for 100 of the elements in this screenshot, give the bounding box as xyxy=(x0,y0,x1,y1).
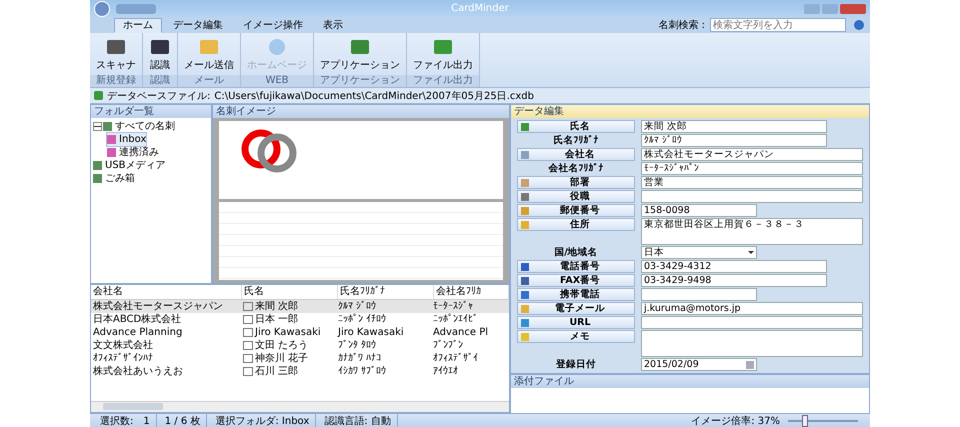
folder-item[interactable]: USBメディア xyxy=(93,159,166,172)
ribbon-button[interactable]: スキャナ xyxy=(90,33,142,75)
quick-access-toolbar[interactable] xyxy=(116,4,156,14)
search-field[interactable]: 検索文字列を入力 xyxy=(710,18,846,32)
field-button[interactable]: FAX番号 xyxy=(517,274,635,287)
table-cell: 石川 三郎 xyxy=(241,365,336,378)
text-area[interactable]: 東京都世田谷区上用賀６－３８－３ xyxy=(641,218,863,245)
window-title: CardMinder xyxy=(450,3,510,14)
date-picker[interactable]: 2015/02/09 xyxy=(641,358,757,371)
table-cell: 神奈川 花子 xyxy=(241,352,336,365)
folder-item[interactable]: すべての名刺 xyxy=(103,120,175,133)
table-cell-text: ｲｼｶﾜ ｻﾌﾞﾛｳ xyxy=(337,365,388,378)
expander-icon[interactable] xyxy=(93,122,102,131)
table-cell-text: ｵﾌｨｽﾃﾞｻﾞｲ xyxy=(432,352,479,365)
ribbon-group-label: 認識 xyxy=(143,75,177,87)
table-cell-text: ﾆｯﾎﾟﾝｴｲﾋﾞ xyxy=(432,313,479,326)
status-text: 認識言語: 自動 xyxy=(318,414,398,427)
ribbon-button[interactable]: ファイル出力 xyxy=(407,33,479,75)
panel-header: 添付ファイル xyxy=(511,375,869,388)
horizontal-scrollbar[interactable] xyxy=(91,401,509,412)
ribbon-group-label: メール xyxy=(178,75,240,87)
panel-header: データ編集 xyxy=(511,105,869,118)
input-field[interactable]: 03-3429-9498 xyxy=(641,274,827,287)
input-field[interactable] xyxy=(641,288,757,301)
field-button[interactable]: 住所 xyxy=(517,218,635,231)
folder-item[interactable]: 連携済み xyxy=(107,146,159,159)
ribbon-tab[interactable]: ホーム xyxy=(114,18,162,33)
zoom-label: イメージ倍率: 37% xyxy=(691,414,780,427)
field-button[interactable]: 電子メール xyxy=(517,302,635,315)
input-field[interactable]: ﾓｰﾀｰｽｼﾞｬﾊﾟﾝ xyxy=(641,162,863,175)
input-field[interactable]: 来間 次郎 xyxy=(641,120,827,133)
card-row[interactable]: 株式会社モータースジャパン 来間 次郎 ｸﾙﾏ ｼﾞﾛｳ ﾓｰﾀｰｽｼﾞｬ xyxy=(91,300,509,313)
window-controls[interactable] xyxy=(804,4,866,14)
card-row[interactable]: 日本ABCD株式会社 日本 一郎 ﾆｯﾎﾟﾝ ｲﾁﾛｳ ﾆｯﾎﾟﾝｴｲﾋﾞ xyxy=(91,313,509,326)
table-cell-text: ｱｲｳｴｵ xyxy=(432,365,459,378)
input-field[interactable]: 158-0098 xyxy=(641,204,757,217)
field-button[interactable]: メモ xyxy=(517,330,635,343)
input-field[interactable]: 03-3429-4312 xyxy=(641,260,827,273)
table-cell: 日本 一郎 xyxy=(241,313,336,326)
field-button[interactable]: 役職 xyxy=(517,190,635,203)
field-button[interactable]: 部署 xyxy=(517,176,635,189)
input-field[interactable]: j.kuruma@motors.jp xyxy=(641,302,863,315)
field-label: 登録日付 xyxy=(554,358,597,371)
folder-item[interactable]: Inbox xyxy=(107,133,146,146)
zoom-slider-thumb[interactable] xyxy=(802,414,808,426)
ribbon-button[interactable]: メール送信 xyxy=(178,33,240,75)
table-cell-text: ﾌﾞﾝﾀ ﾀﾛｳ xyxy=(337,339,378,352)
column-header[interactable]: 氏名ﾌﾘｶﾞﾅ xyxy=(338,285,434,299)
table-cell-text: ﾓｰﾀｰｽｼﾞｬ xyxy=(432,300,474,313)
input-field[interactable] xyxy=(641,316,863,329)
input-field[interactable] xyxy=(641,190,863,203)
field-button[interactable]: 電話番号 xyxy=(517,260,635,273)
table-cell-text: ﾆｯﾎﾟﾝ ｲﾁﾛｳ xyxy=(337,313,388,326)
card-row[interactable]: Advance Planning Jiro Kawasaki Jiro Kawasaki Advance Pl xyxy=(91,326,509,339)
country-dropdown[interactable]: 日本 xyxy=(641,246,757,259)
card-row[interactable]: 文文株式会社 文田 たろう ﾌﾞﾝﾀ ﾀﾛｳ ﾌﾞﾝﾌﾞﾝ xyxy=(91,339,509,352)
ribbon-group-label: ファイル出力 xyxy=(407,75,479,87)
table-cell-text: 文文株式会社 xyxy=(92,339,154,352)
search-label: 名刺検索 : xyxy=(658,18,705,32)
field-button[interactable]: 携帯電話 xyxy=(517,288,635,301)
status-text: 1 / 6 枚 xyxy=(158,414,208,427)
table-cell-text: Jiro Kawasaki xyxy=(336,326,405,339)
table-cell-text: ｸﾙﾏ ｼﾞﾛｳ xyxy=(337,300,378,313)
ribbon-tab[interactable]: データ編集 xyxy=(164,18,232,33)
table-cell-text: ｵﾌｨｽﾃﾞｻﾞｲﾝﾊﾅ xyxy=(92,352,154,365)
table-cell-text: 株式会社モータースジャパン xyxy=(92,300,224,313)
panel-header: 名刺イメージ xyxy=(213,105,509,118)
table-cell-text: 株式会社あいうえお xyxy=(92,365,184,378)
status-text: 選択数: 1 xyxy=(94,414,157,427)
card-row[interactable]: 株式会社あいうえお 石川 三郎 ｲｼｶﾜ ｻﾌﾞﾛｳ ｱｲｳｴｵ xyxy=(91,365,509,378)
input-field[interactable]: 株式会社モータースジャパン xyxy=(641,148,863,161)
table-cell-text: ﾌﾞﾝﾌﾞﾝ xyxy=(432,339,464,352)
help-icon[interactable] xyxy=(854,20,864,30)
ribbon-tab[interactable]: イメージ操作 xyxy=(234,18,312,33)
column-header[interactable]: 会社名ﾌﾘｶ xyxy=(434,285,509,299)
table-cell-text: 日本ABCD株式会社 xyxy=(92,313,182,326)
column-header[interactable]: 氏名 xyxy=(242,285,338,299)
text-area[interactable] xyxy=(641,330,863,357)
input-field[interactable]: ｸﾙﾏ ｼﾞﾛｳ xyxy=(641,134,827,147)
table-cell: Jiro Kawasaki xyxy=(241,326,336,339)
field-button[interactable]: URL xyxy=(517,316,635,329)
ribbon-group-label: WEB xyxy=(241,75,313,87)
ribbon-tab[interactable]: 表示 xyxy=(314,18,352,33)
ribbon-button[interactable]: アプリケーション xyxy=(314,33,406,75)
ribbon-group-label: アプリケーション xyxy=(314,75,406,87)
database-label: データベースファイル: xyxy=(107,90,210,102)
database-icon xyxy=(94,91,103,100)
field-button[interactable]: 郵便番号 xyxy=(517,204,635,217)
field-button[interactable]: 氏名 xyxy=(517,120,635,133)
field-label: 会社名ﾌﾘｶﾞﾅ xyxy=(548,162,604,175)
input-field[interactable]: 営業 xyxy=(641,176,863,189)
app-logo-icon[interactable] xyxy=(94,0,110,16)
field-label: 国/地域名 xyxy=(553,246,599,259)
card-row[interactable]: ｵﾌｨｽﾃﾞｻﾞｲﾝﾊﾅ 神奈川 花子 ｶﾅｶﾞﾜ ﾊﾅｺ ｵﾌｨｽﾃﾞｻﾞｲ xyxy=(91,352,509,365)
folder-item[interactable]: ごみ箱 xyxy=(93,172,135,185)
field-label: 氏名ﾌﾘｶﾞﾅ xyxy=(552,134,600,147)
ribbon-button[interactable]: 認識 xyxy=(143,33,177,75)
status-text: 選択フォルダ: Inbox xyxy=(209,414,316,427)
field-button[interactable]: 会社名 xyxy=(517,148,635,161)
column-header[interactable]: 会社名 xyxy=(91,285,242,299)
